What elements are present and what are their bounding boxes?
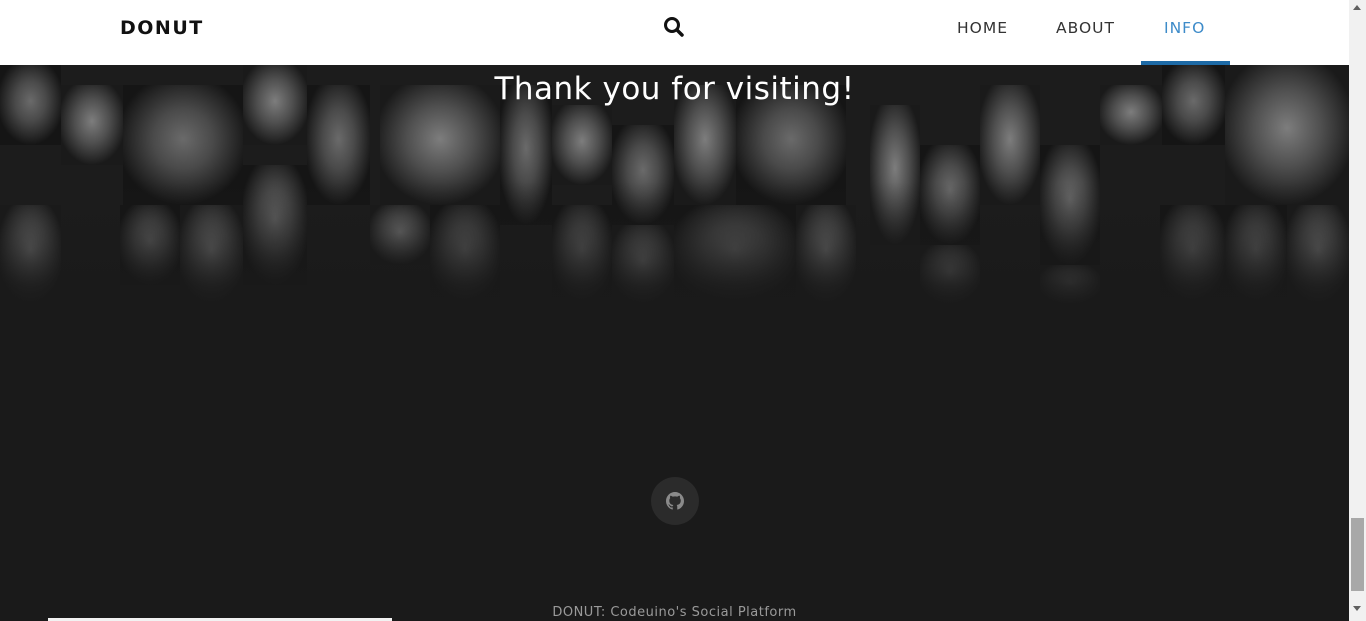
brand-logo[interactable]: DONUT: [120, 17, 204, 39]
nav-info[interactable]: INFO: [1164, 19, 1205, 37]
nav-home[interactable]: HOME: [957, 19, 1008, 37]
vertical-scrollbar[interactable]: [1349, 0, 1366, 621]
hero-title: Thank you for visiting!: [494, 71, 855, 107]
nav-about[interactable]: ABOUT: [1056, 19, 1115, 37]
page-viewport: DONUT HOME ABOUT INFO Thank you for visi…: [0, 0, 1349, 621]
github-button[interactable]: [651, 477, 699, 525]
navbar: DONUT HOME ABOUT INFO: [0, 0, 1349, 65]
github-icon: [666, 492, 684, 510]
scroll-up-icon[interactable]: [1353, 5, 1361, 10]
nav-active-indicator: [1141, 61, 1230, 65]
scroll-down-icon[interactable]: [1353, 606, 1361, 611]
scroll-thumb[interactable]: [1351, 518, 1364, 591]
hero-section: Thank you for visiting!: [0, 65, 1349, 325]
search-icon[interactable]: [662, 15, 686, 39]
